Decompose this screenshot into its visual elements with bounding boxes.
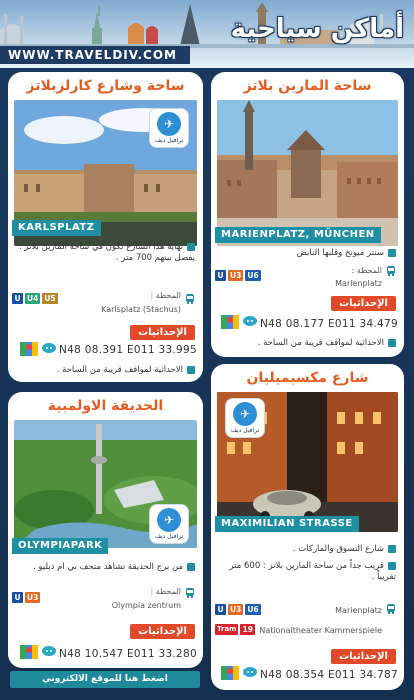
coordinates-text[interactable]: N48 08.354 E011 34.787 xyxy=(260,669,398,681)
coordinates-text[interactable]: N48 08.391 E011 33.995 xyxy=(59,344,197,356)
station-name: Marienplatz xyxy=(335,279,382,288)
line-badge-u3: U3 xyxy=(25,592,41,603)
station-name: Nationaltheater Kammerspiele xyxy=(259,626,382,635)
card-marienplatz: ساحة المارين بلاتز MARIENPLATZ, MÜNCHEN … xyxy=(211,72,404,357)
waze-icon[interactable] xyxy=(242,315,258,327)
header-banner: أماكن سياحية WWW.TRAVELDIV.COM xyxy=(0,0,414,68)
station-label: المحطة : xyxy=(150,291,181,300)
line-badge-u6: U6 xyxy=(245,604,261,615)
place-name-tag: KARLSPLATZ xyxy=(12,220,101,236)
description-row: نهاية هذا الشارع تكون في ساحة المارين بل… xyxy=(18,242,195,263)
station-label: المحطة : xyxy=(351,266,382,275)
google-maps-icon[interactable] xyxy=(20,342,38,356)
station-name: Karlsplatz (Stachus) xyxy=(101,305,181,314)
map-icons xyxy=(20,342,57,356)
map-icons xyxy=(221,666,258,680)
station-label: المحطة : xyxy=(150,587,181,596)
train-icon xyxy=(186,294,194,304)
google-maps-icon[interactable] xyxy=(221,315,239,329)
airplane-icon: ✈ xyxy=(157,112,181,136)
waze-icon[interactable] xyxy=(242,666,258,678)
infographic-page: أماكن سياحية WWW.TRAVELDIV.COM ساحة الما… xyxy=(0,0,414,700)
map-icons xyxy=(221,315,258,329)
station-name: Marienplatz xyxy=(335,606,382,615)
photo-marienplatz xyxy=(217,100,398,246)
page-title: أماكن سياحية xyxy=(230,14,404,44)
line-badge-u: U xyxy=(12,293,23,304)
line-badge-tram: Tram xyxy=(215,624,239,635)
description-row: سنتر ميونخ وقلبها النابض xyxy=(219,248,396,259)
coordinates-text[interactable]: N48 08.177 E011 34.479 xyxy=(260,318,398,330)
card-title: ساحة المارين بلاتز xyxy=(243,78,372,94)
place-name-tag: MAXIMILIAN STRASSE xyxy=(215,516,359,532)
coordinates-label: الإحداثيات xyxy=(130,325,195,340)
transit-lines: U U4 U5 xyxy=(12,293,58,304)
airplane-icon: ✈ xyxy=(157,508,181,532)
chat-bullet-icon xyxy=(187,562,195,571)
waze-icon[interactable] xyxy=(41,645,57,657)
coordinates-label: الإحداثيات xyxy=(331,296,396,311)
website-url[interactable]: WWW.TRAVELDIV.COM xyxy=(0,46,190,64)
chat-bullet-icon xyxy=(388,248,396,257)
traveldiv-logo: ✈ ترافيل ديف xyxy=(149,504,189,544)
description-text: سنتر ميونخ وقلبها النابض xyxy=(296,248,384,258)
chat-bullet-icon xyxy=(388,338,396,347)
place-name-tag: MARIENPLATZ, MÜNCHEN xyxy=(215,227,381,243)
train-icon xyxy=(387,604,395,614)
airplane-icon: ✈ xyxy=(233,402,257,426)
chat-bullet-icon xyxy=(388,561,396,570)
card-title: الحديقة الاولمبية xyxy=(47,398,164,414)
card-title: ساحة وشارع كارلزبلاتز xyxy=(26,78,185,94)
website-link-button[interactable]: اضغط هنا للموقع الالكتروني xyxy=(10,671,200,688)
description-row: شارع التسوق والماركات . xyxy=(219,544,396,555)
card-karlsplatz: ساحة وشارع كارلزبلاتز ✈ ترافيل ديف KARLS… xyxy=(8,72,203,382)
transit-lines: U U3 U6 xyxy=(215,604,261,615)
description-row: قريب جداً من ساحة المارين بلاتز : 600 مت… xyxy=(229,561,396,582)
transit-lines: U U3 xyxy=(12,592,41,603)
parking-note: الاحداثية لمواقف قريبة من الساحة . xyxy=(219,338,396,349)
waze-icon[interactable] xyxy=(41,342,57,354)
line-badge-u: U xyxy=(12,592,23,603)
chat-bullet-icon xyxy=(187,365,195,374)
train-icon xyxy=(387,266,395,276)
map-icons xyxy=(20,645,57,659)
line-badge-19: 19 xyxy=(240,624,255,635)
line-badge-u6: U6 xyxy=(245,270,261,281)
parking-note: الاحداثية لمواقف قريبة من الساحة . xyxy=(16,365,195,376)
transit-lines: U U3 U6 xyxy=(215,270,261,281)
coordinates-label: الإحداثيات xyxy=(331,649,396,664)
tram-lines: Tram 19 xyxy=(215,624,255,635)
place-name-tag: OLYMPIAPARK xyxy=(12,538,109,554)
line-badge-u3: U3 xyxy=(228,270,244,281)
coordinates-text[interactable]: N48 10.547 E011 33.280 xyxy=(59,648,197,660)
train-icon xyxy=(186,588,194,598)
description-row: من برج الحديقة تشاهد متحف بي ام دبليو . xyxy=(16,562,195,573)
line-badge-u: U xyxy=(215,604,226,615)
station-name: Olympia zentrum xyxy=(111,601,181,610)
traveldiv-logo: ✈ ترافيل ديف xyxy=(225,398,265,438)
line-badge-u4: U4 xyxy=(25,293,41,304)
card-olympiapark: الحديقة الاولمبية ✈ ترافيل ديف OLYMPIAPA… xyxy=(8,392,203,668)
traveldiv-logo: ✈ ترافيل ديف xyxy=(149,108,189,148)
coordinates-label: الإحداثيات xyxy=(130,624,195,639)
google-maps-icon[interactable] xyxy=(20,645,38,659)
line-badge-u: U xyxy=(215,270,226,281)
card-title: شارع مكسيميليان xyxy=(246,370,369,386)
chat-bullet-icon xyxy=(388,544,396,553)
google-maps-icon[interactable] xyxy=(221,666,239,680)
card-maximilian: شارع مكسيميليان ✈ ترافيل ديف MAXIMILIAN … xyxy=(211,364,404,690)
chat-bullet-icon xyxy=(187,242,195,251)
line-badge-u3: U3 xyxy=(228,604,244,615)
line-badge-u5: U5 xyxy=(42,293,58,304)
